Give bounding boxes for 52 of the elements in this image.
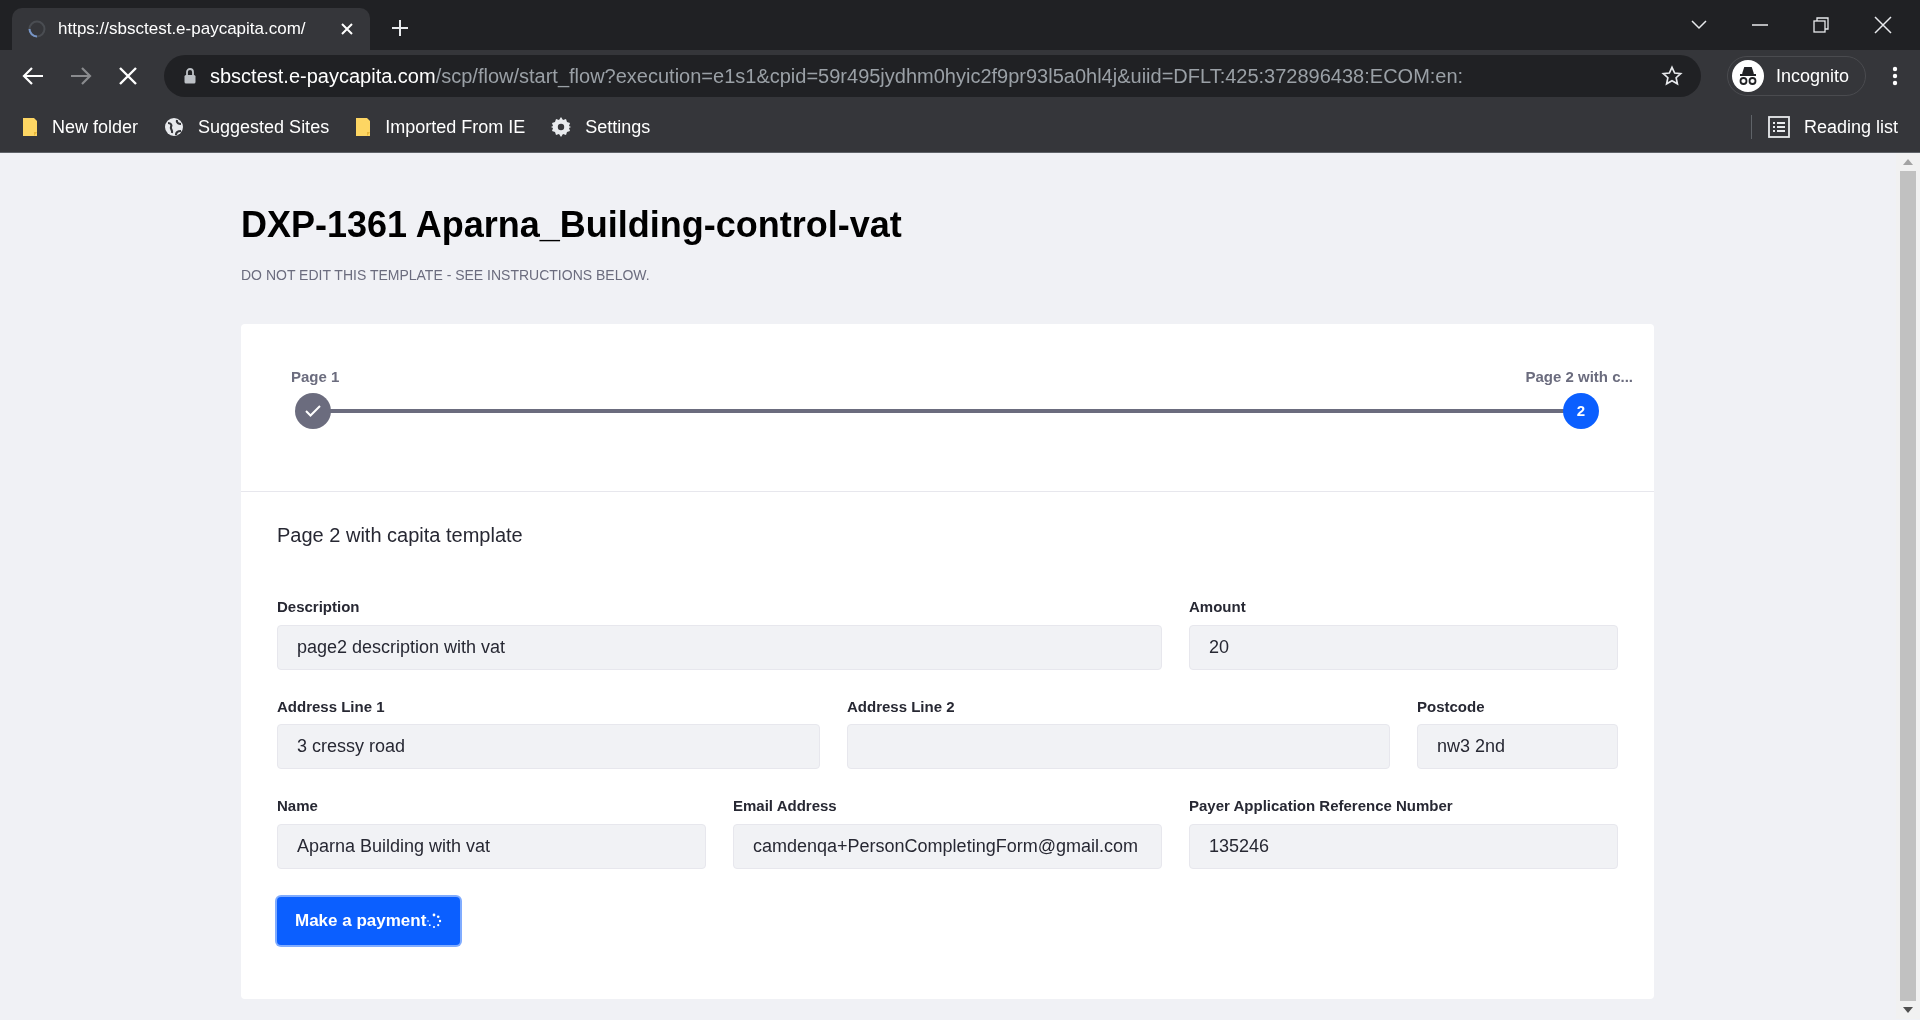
url-text: sbsctest.e-paycapita.com/scp/flow/start_flow?execution=e1s1&cpid=59r495jydhm0hyic2f9pr93l5a0hl4j&uiid=DFLT:425:372896438:ECOM:en: [210, 64, 1465, 90]
page-subtitle: DO NOT EDIT THIS TEMPLATE - SEE INSTRUCTIONS BELOW. [241, 266, 651, 285]
field-label: Description [277, 597, 361, 617]
field-label: Address Line 2 [847, 696, 956, 717]
folder-icon [22, 117, 38, 137]
tab-search-icon[interactable] [1691, 20, 1707, 30]
field-label: Payer Application Reference Number [1189, 796, 1454, 816]
input-field[interactable]: 20 [1189, 624, 1618, 670]
folder-icon [355, 117, 372, 137]
field-label: Email Address [733, 796, 838, 816]
input-field[interactable]: 3 cressy road [277, 724, 820, 769]
input-field[interactable]: page2 description with vat [277, 624, 1162, 670]
field-label: Postcode [1417, 696, 1486, 717]
step-label: Page 2 with c... [1525, 367, 1633, 387]
section-title: Page 2 with capita template [277, 523, 524, 548]
step-label: Page 1 [291, 367, 340, 387]
step-indicator[interactable]: 2 [1563, 393, 1599, 429]
address-bar[interactable]: sbsctest.e-paycapita.com/scp/flow/start_flow?execution=e1s1&cpid=59r495jydhm0hyic2f9pr93l5a0hl4j&uiid=DFLT:425:372896438:ECOM:en: [164, 55, 1701, 97]
new-tab-icon[interactable] [390, 18, 410, 38]
incognito-icon [1731, 60, 1764, 92]
close-icon[interactable] [1874, 16, 1892, 34]
step-indicator[interactable] [295, 393, 331, 429]
star-icon[interactable] [1660, 65, 1683, 87]
list-icon [1767, 116, 1790, 138]
scroll-down-arrow-icon[interactable] [1903, 1007, 1913, 1013]
bookmark[interactable]: Imported From IE [355, 113, 526, 141]
tab-title: https://sbsctest.e-paycapita.com/ [58, 18, 307, 41]
back-arrow-icon[interactable] [22, 66, 44, 86]
field-label: Name [277, 796, 319, 816]
input-field[interactable]: camdenqa+PersonCompletingForm@gmail.com [733, 823, 1162, 869]
checkmark-icon [305, 405, 321, 417]
browser-tab[interactable]: https://sbsctest.e-paycapita.com/ [12, 8, 370, 50]
bookmark[interactable]: Suggested Sites [164, 113, 330, 141]
input-field[interactable]: nw3 2nd [1417, 724, 1618, 769]
input-field[interactable] [847, 724, 1390, 769]
restore-icon[interactable] [1813, 17, 1829, 33]
input-field[interactable]: Aparna Building with vat [277, 823, 706, 869]
forward-arrow-icon[interactable] [70, 66, 92, 86]
page-title: DXP-1361 Aparna_Building-control-vat [241, 203, 903, 247]
settings-icon [551, 117, 572, 137]
lock-icon [184, 68, 196, 84]
reading-list-button[interactable]: Reading list [1767, 113, 1898, 141]
make-payment-button[interactable]: Make a payment [277, 896, 461, 945]
input-field[interactable]: 135246 [1189, 823, 1618, 869]
globe-icon [164, 117, 185, 137]
bookmark[interactable]: Settings [551, 113, 651, 141]
bookmark[interactable]: New folder [22, 113, 139, 141]
stop-icon[interactable] [118, 66, 138, 86]
field-label: Amount [1189, 597, 1247, 617]
field-label: Address Line 1 [277, 696, 386, 717]
menu-icon[interactable] [1892, 66, 1898, 86]
scrollbar[interactable] [1896, 153, 1920, 1019]
